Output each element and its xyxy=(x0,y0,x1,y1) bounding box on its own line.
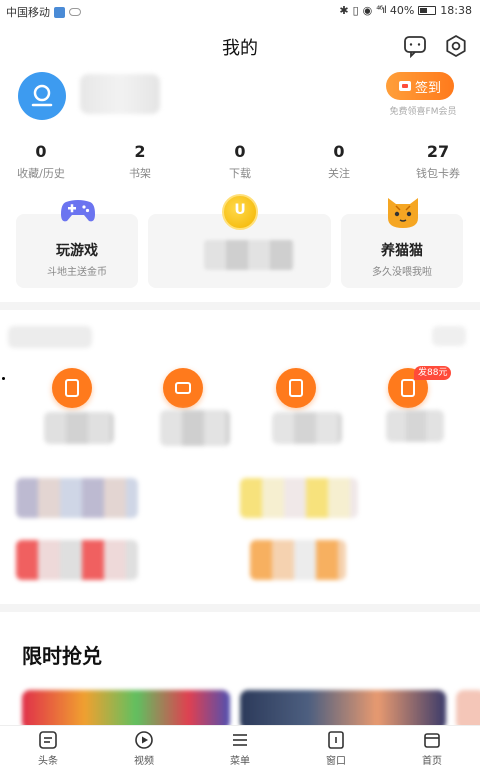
promo-badge: 发88元 xyxy=(414,366,452,380)
promo-banner-2[interactable] xyxy=(240,690,446,730)
tool-label-redacted xyxy=(386,410,444,442)
tab-home[interactable]: 首页 xyxy=(402,730,462,767)
clock: 18:38 xyxy=(440,4,472,17)
stat-downloads[interactable]: 0 下载 xyxy=(202,142,278,181)
cup-icon xyxy=(65,379,79,397)
cat-icon xyxy=(388,198,418,228)
tools-more-redacted xyxy=(432,326,466,346)
stat-label: 下载 xyxy=(229,167,251,180)
chat-icon xyxy=(175,382,191,394)
bottom-tab-bar: 头条 视频 菜单 窗口 首页 xyxy=(0,725,480,768)
tool-label-redacted xyxy=(160,410,230,446)
stat-following[interactable]: 0 关注 xyxy=(301,142,377,181)
window-icon xyxy=(328,731,344,749)
card-title: 养猫猫 xyxy=(381,243,423,259)
card-subtitle: 多久没喂我啦 xyxy=(372,267,432,278)
username-redacted xyxy=(80,74,160,114)
coin-icon xyxy=(222,194,258,230)
cloud-icon xyxy=(69,8,81,16)
battery-icon xyxy=(418,6,437,15)
stats-row: 0 收藏/历史 2 书架 0 下载 0 关注 27 钱包卡券 xyxy=(0,142,480,186)
tab-label: 窗口 xyxy=(326,756,346,767)
profile-header: 签到 免费领喜FM会员 xyxy=(0,70,480,130)
carrier-label: 中国移动 xyxy=(6,6,50,19)
service-item-redacted[interactable] xyxy=(16,540,138,580)
signal-icon: ⁴⁶ıl xyxy=(376,5,387,16)
tab-label: 视频 xyxy=(134,756,154,767)
settings-gear-icon[interactable] xyxy=(444,34,468,58)
bluetooth-icon: ✱ xyxy=(339,4,349,17)
coins-redacted xyxy=(204,240,294,270)
tool-label-redacted xyxy=(272,412,342,444)
tab-news[interactable]: 头条 xyxy=(18,730,78,767)
tab-label: 头条 xyxy=(38,756,58,767)
stat-favorites[interactable]: 0 收藏/历史 xyxy=(3,142,79,181)
dot xyxy=(2,377,5,380)
stat-value: 0 xyxy=(333,142,345,161)
tab-label: 菜单 xyxy=(230,756,250,767)
card-subtitle: 斗地主送金币 xyxy=(47,267,107,278)
section-title: 限时抢兑 xyxy=(22,644,102,668)
stat-label: 钱包卡券 xyxy=(416,167,460,180)
stat-value: 0 xyxy=(234,142,246,161)
stat-value: 2 xyxy=(134,142,146,161)
tool-button-2[interactable] xyxy=(163,368,203,408)
tool-label-redacted xyxy=(44,412,114,444)
promo-banner-1[interactable] xyxy=(22,690,230,730)
section-divider xyxy=(0,604,480,612)
tab-menu[interactable]: 菜单 xyxy=(210,730,270,767)
gamepad-icon xyxy=(61,200,95,222)
sign-in-button[interactable]: 签到 xyxy=(386,72,454,100)
feature-cards: 玩游戏 斗地主送金币 养猫猫 多久没喂我啦 xyxy=(0,194,480,292)
service-item-redacted[interactable] xyxy=(16,478,138,518)
tool-button-3[interactable] xyxy=(276,368,316,408)
menu-icon xyxy=(233,734,247,746)
user-avatar-icon xyxy=(31,84,53,107)
stat-label: 关注 xyxy=(328,167,350,180)
service-item-redacted[interactable] xyxy=(240,478,358,518)
battery-percent: 40% xyxy=(389,4,415,17)
news-icon xyxy=(39,731,57,749)
sign-in-label: 签到 xyxy=(414,80,441,96)
stat-label: 收藏/历史 xyxy=(17,167,65,180)
stat-label: 书架 xyxy=(129,167,151,180)
stat-value: 0 xyxy=(35,142,47,161)
ticket-icon xyxy=(398,81,411,91)
promo-banner-3[interactable] xyxy=(456,690,480,730)
tab-window[interactable]: 窗口 xyxy=(306,730,366,767)
tab-label: 首页 xyxy=(422,756,442,767)
app-notification-icon xyxy=(54,6,65,18)
tools-title-redacted xyxy=(8,326,92,348)
section-divider xyxy=(0,302,480,310)
card-title: 玩游戏 xyxy=(56,243,98,259)
tab-video[interactable]: 视频 xyxy=(114,730,174,767)
title-bar: 我的 xyxy=(0,22,480,66)
eye-icon: ◉ xyxy=(362,4,373,17)
phone-gift-icon xyxy=(401,379,415,397)
home-icon xyxy=(424,733,440,748)
vibrate-icon: ▯ xyxy=(352,4,359,17)
phone-icon xyxy=(289,379,303,397)
service-item-redacted[interactable] xyxy=(250,540,346,580)
play-icon xyxy=(135,731,153,749)
avatar[interactable] xyxy=(18,72,66,120)
status-bar: 中国移动 ✱ ▯ ◉ ⁴⁶ıl 40% 18:38 xyxy=(0,0,480,22)
message-icon[interactable] xyxy=(403,34,427,58)
sign-in-note: 免费领喜FM会员 xyxy=(389,107,457,117)
stat-bookshelf[interactable]: 2 书架 xyxy=(102,142,178,181)
tool-button-1[interactable] xyxy=(52,368,92,408)
stat-wallet[interactable]: 27 钱包卡券 xyxy=(400,142,476,181)
stat-value: 27 xyxy=(426,142,450,161)
